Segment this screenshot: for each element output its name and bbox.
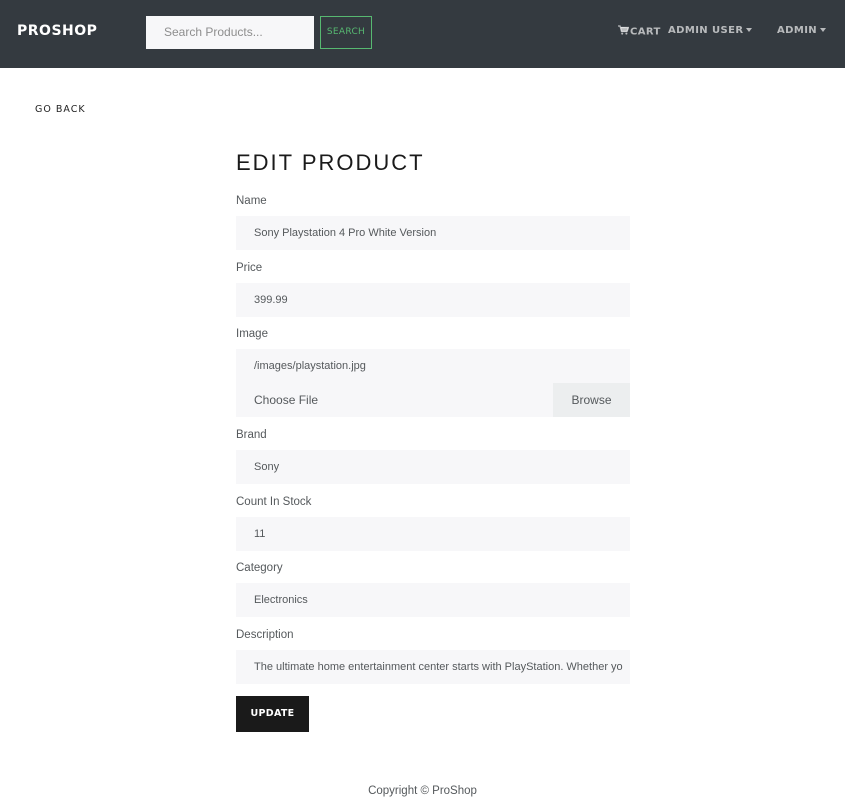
chevron-down-icon xyxy=(746,28,753,32)
top-navbar: PROSHOP Search Products... SEARCH CART A… xyxy=(0,0,845,68)
brand-logo[interactable]: PROSHOP xyxy=(17,23,97,39)
brand-label: Brand xyxy=(236,429,267,441)
description-label: Description xyxy=(236,629,294,641)
brand-input[interactable]: Sony xyxy=(236,450,630,484)
stock-input[interactable]: 11 xyxy=(236,517,630,551)
choose-file-label: Choose File xyxy=(254,393,319,407)
name-label: Name xyxy=(236,195,267,207)
update-button[interactable]: UPDATE xyxy=(236,696,309,732)
category-label: Category xyxy=(236,562,283,574)
cart-icon xyxy=(618,25,630,38)
user-menu-dropdown[interactable]: ADMIN USER xyxy=(668,25,753,36)
stock-label: Count In Stock xyxy=(236,496,312,508)
image-label: Image xyxy=(236,328,268,340)
chevron-down-icon xyxy=(820,28,827,32)
price-input[interactable]: 399.99 xyxy=(236,283,630,317)
name-input[interactable]: Sony Playstation 4 Pro White Version xyxy=(236,216,630,250)
price-label: Price xyxy=(236,262,263,274)
image-url-input[interactable]: /images/playstation.jpg xyxy=(236,349,630,383)
admin-menu-label: ADMIN xyxy=(777,25,818,36)
page-title: EDIT PRODUCT xyxy=(236,150,425,175)
admin-menu-dropdown[interactable]: ADMIN xyxy=(777,25,827,36)
image-file-picker[interactable]: Choose File Browse xyxy=(236,383,630,417)
category-input[interactable]: Electronics xyxy=(236,583,630,617)
description-input[interactable]: The ultimate home entertainment center s… xyxy=(236,650,630,684)
cart-link[interactable]: CART xyxy=(618,25,661,38)
go-back-button[interactable]: GO BACK xyxy=(35,104,86,115)
user-menu-label: ADMIN USER xyxy=(668,25,744,36)
browse-button[interactable]: Browse xyxy=(553,383,630,417)
cart-label: CART xyxy=(630,26,661,38)
search-button[interactable]: SEARCH xyxy=(320,16,372,49)
search-input[interactable]: Search Products... xyxy=(146,16,314,49)
footer-copyright: Copyright © ProShop xyxy=(368,785,477,797)
